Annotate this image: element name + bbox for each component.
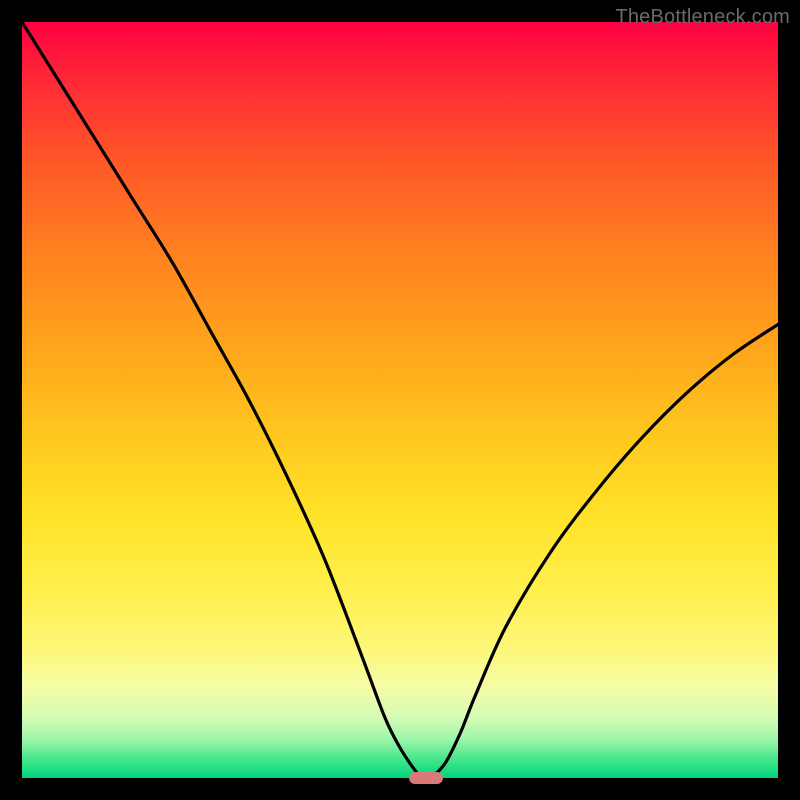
optimal-marker [409, 772, 443, 784]
bottleneck-curve [22, 22, 778, 778]
watermark-text: TheBottleneck.com [615, 6, 790, 29]
chart-stage: TheBottleneck.com [0, 0, 800, 800]
chart-plot-area [22, 22, 778, 778]
